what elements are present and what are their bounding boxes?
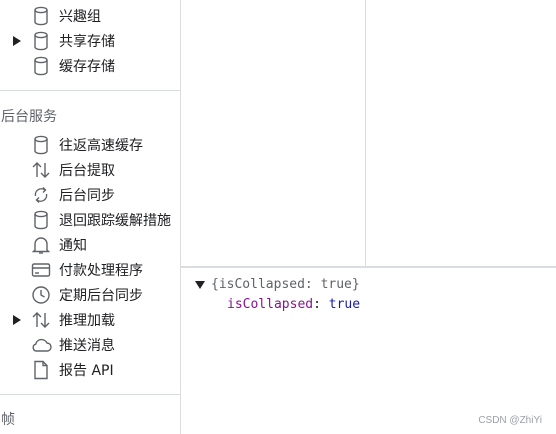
sidebar-item-label: 后台提取 (59, 162, 115, 179)
section-divider (0, 394, 180, 395)
sidebar-item-label: 推理加载 (59, 312, 115, 329)
sidebar-item-label: 后台同步 (59, 187, 115, 204)
sidebar-item-cache-storage[interactable]: 缓存存储 (0, 53, 180, 78)
section-divider (0, 90, 180, 91)
sidebar-item-label: 定期后台同步 (59, 287, 143, 304)
watermark: CSDN @ZhiYi (478, 415, 542, 426)
database-icon (30, 134, 52, 156)
database-icon (30, 30, 52, 52)
up-down-arrows-icon (30, 309, 52, 331)
database-icon (30, 55, 52, 77)
database-icon (30, 209, 52, 231)
sidebar-item-back-forward-cache[interactable]: 往返高速缓存 (0, 132, 180, 157)
sidebar: 兴趣组 共享存储 缓存存储 后台服务 往返高速缓存 后台提取 后台同步 退回跟踪… (0, 0, 181, 434)
main-content-pane (181, 0, 556, 266)
sidebar-item-label: 兴趣组 (59, 8, 101, 25)
console-object-summary[interactable]: {isCollapsed: true} (195, 277, 360, 292)
sidebar-item-bounce-tracking-mitigations[interactable]: 退回跟踪缓解措施 (0, 207, 180, 232)
expand-arrow-icon[interactable] (12, 35, 22, 47)
console-output: {isCollapsed: true} isCollapsed: true (181, 268, 556, 434)
sidebar-item-background-fetch[interactable]: 后台提取 (0, 157, 180, 182)
bell-icon (30, 234, 52, 256)
document-icon (30, 359, 52, 381)
sidebar-item-label: 退回跟踪缓解措施 (59, 212, 171, 229)
expand-arrow-icon[interactable] (12, 314, 22, 326)
sidebar-item-speculative-loads[interactable]: 推理加载 (0, 307, 180, 332)
sidebar-item-label: 共享存储 (59, 33, 115, 50)
database-icon (30, 5, 52, 27)
up-down-arrows-icon (30, 159, 52, 181)
object-summary-text: {isCollapsed: true} (211, 277, 360, 292)
sidebar-item-reporting-api[interactable]: 报告 API (0, 357, 180, 382)
property-value: true (328, 297, 361, 312)
sidebar-item-periodic-background-sync[interactable]: 定期后台同步 (0, 282, 180, 307)
credit-card-icon (30, 259, 52, 281)
sidebar-item-label: 报告 API (59, 362, 114, 379)
clock-icon (30, 284, 52, 306)
sidebar-item-payment-handler[interactable]: 付款处理程序 (0, 257, 180, 282)
sidebar-item-notifications[interactable]: 通知 (0, 232, 180, 257)
collapse-arrow-icon[interactable] (195, 279, 207, 291)
console-property-row: isCollapsed: true (227, 297, 361, 312)
cloud-icon (30, 334, 52, 356)
sidebar-item-shared-storage[interactable]: 共享存储 (0, 28, 180, 53)
sidebar-item-label: 缓存存储 (59, 58, 115, 75)
sidebar-item-push-messaging[interactable]: 推送消息 (0, 332, 180, 357)
sidebar-item-label: 付款处理程序 (59, 262, 143, 279)
sidebar-item-label: 推送消息 (59, 337, 115, 354)
sync-icon (30, 184, 52, 206)
section-title-background-services: 后台服务 (1, 109, 57, 125)
property-key: isCollapsed (227, 297, 314, 312)
sidebar-item-interest-groups[interactable]: 兴趣组 (0, 3, 180, 28)
sidebar-item-label: 通知 (59, 237, 87, 254)
pane-vertical-divider[interactable] (365, 0, 366, 266)
section-title-frames: 帧 (1, 412, 15, 428)
sidebar-item-label: 往返高速缓存 (59, 137, 143, 154)
sidebar-item-background-sync[interactable]: 后台同步 (0, 182, 180, 207)
devtools-application-panel: 兴趣组 共享存储 缓存存储 后台服务 往返高速缓存 后台提取 后台同步 退回跟踪… (0, 0, 556, 434)
